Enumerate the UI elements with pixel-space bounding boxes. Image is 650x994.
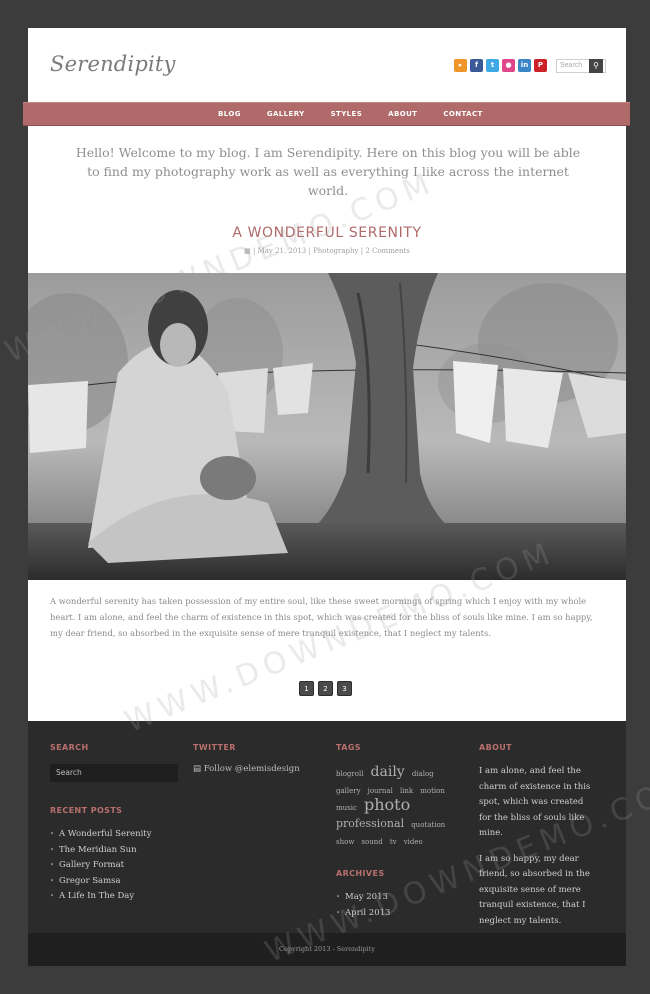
tag-link[interactable]: gallery [336, 787, 361, 795]
tag-link[interactable]: blogroll [336, 770, 363, 778]
footer-col-search: SEARCH Search RECENT POSTS A Wonderful S… [50, 743, 178, 905]
post-category[interactable]: Photography [313, 247, 358, 255]
tag-link[interactable]: music [336, 804, 357, 812]
tag-link[interactable]: photo [364, 795, 410, 814]
tag-link[interactable]: journal [368, 787, 393, 795]
recent-post-link[interactable]: The Meridian Sun [50, 843, 178, 859]
nav-item-contact[interactable]: CONTACT [443, 103, 482, 125]
footer: SEARCH Search RECENT POSTS A Wonderful S… [28, 721, 626, 933]
about-paragraph-2: I am so happy, my dear friend, so absorb… [479, 853, 590, 926]
tag-link[interactable]: professional [336, 817, 404, 830]
twitter-heading: TWITTER [193, 743, 236, 752]
search-icon[interactable]: ⚲ [589, 59, 603, 73]
site-logo[interactable]: Serendipity [50, 52, 176, 76]
tag-link[interactable]: daily [371, 764, 405, 780]
archive-link[interactable]: April 2013 [336, 906, 451, 922]
post-featured-image[interactable] [28, 273, 626, 580]
twitter-icon: ▤ [193, 764, 202, 774]
recent-post-link[interactable]: A Life In The Day [50, 889, 178, 905]
nav-item-styles[interactable]: STYLES [331, 103, 363, 125]
pagination: 123 [299, 681, 352, 696]
page-button-2[interactable]: 2 [318, 681, 333, 696]
nav-item-gallery[interactable]: GALLERY [267, 103, 305, 125]
pinterest-icon[interactable]: P [534, 59, 547, 72]
archives-list: May 2013April 2013 [336, 890, 451, 921]
post-excerpt: A wonderful serenity has taken possessio… [50, 596, 593, 638]
about-heading: ABOUT [479, 743, 513, 752]
archive-link[interactable]: May 2013 [336, 890, 451, 906]
tag-link[interactable]: motion [420, 787, 445, 795]
main-nav: BLOG GALLERY STYLES ABOUT CONTACT [23, 102, 630, 126]
tag-link[interactable]: sound [361, 838, 382, 846]
recent-posts-heading: RECENT POSTS [50, 806, 123, 815]
recent-post-link[interactable]: Gallery Format [50, 858, 178, 874]
page-button-1[interactable]: 1 [299, 681, 314, 696]
footer-search-input[interactable]: Search [50, 764, 178, 782]
intro-text: Hello! Welcome to my blog. I am Serendip… [75, 145, 581, 198]
footer-col-tags: TAGS blogroll daily dialog gallery journ… [336, 743, 451, 921]
facebook-icon[interactable]: f [470, 59, 483, 72]
recent-post-link[interactable]: Gregor Samsa [50, 874, 178, 890]
post-comments[interactable]: 2 Comments [365, 247, 410, 255]
twitter-follow-link[interactable]: ▤ Follow @elemisdesign [193, 764, 300, 774]
calendar-icon: ▦ [244, 247, 251, 255]
tag-link[interactable]: dialog [412, 770, 434, 778]
dribbble-icon[interactable]: ● [502, 59, 515, 72]
post-title[interactable]: A WONDERFUL SERENITY [28, 225, 626, 241]
twitter-icon[interactable]: t [486, 59, 499, 72]
linkedin-icon[interactable]: in [518, 59, 531, 72]
tag-link[interactable]: quotation [411, 821, 445, 829]
page: Serendipity ▸ f t ● in P Search ⚲ Hello! Welc… [28, 28, 626, 966]
post-meta: ▦ | May 21, 2013 | Photography | 2 Comme… [244, 247, 410, 255]
tag-link[interactable]: video [404, 838, 423, 846]
tag-cloud: blogroll daily dialog gallery journal li… [336, 764, 451, 849]
tag-link[interactable]: tv [390, 838, 397, 846]
about-paragraph-1: I am alone, and feel the charm of existe… [479, 766, 591, 838]
tags-heading: TAGS [336, 743, 361, 752]
twitter-follow-text: Follow @elemisdesign [203, 764, 300, 774]
copyright: Copyright 2013 - Serendipity [28, 933, 626, 966]
nav-item-blog[interactable]: BLOG [218, 103, 241, 125]
tag-link[interactable]: show [336, 838, 354, 846]
nav-item-about[interactable]: ABOUT [388, 103, 417, 125]
search-heading: SEARCH [50, 743, 89, 752]
social-icons: ▸ f t ● in P [454, 59, 547, 72]
recent-post-link[interactable]: A Wonderful Serenity [50, 827, 178, 843]
rss-icon[interactable]: ▸ [454, 59, 467, 72]
page-button-3[interactable]: 3 [337, 681, 352, 696]
archives-heading: ARCHIVES [336, 869, 385, 878]
tag-link[interactable]: link [400, 787, 413, 795]
footer-col-about: ABOUT I am alone, and feel the charm of … [479, 743, 597, 939]
footer-col-twitter: TWITTER ▤ Follow @elemisdesign [193, 743, 300, 774]
recent-posts-list: A Wonderful SerenityThe Meridian SunGall… [50, 827, 178, 905]
post-date: May 21, 2013 [257, 247, 307, 255]
